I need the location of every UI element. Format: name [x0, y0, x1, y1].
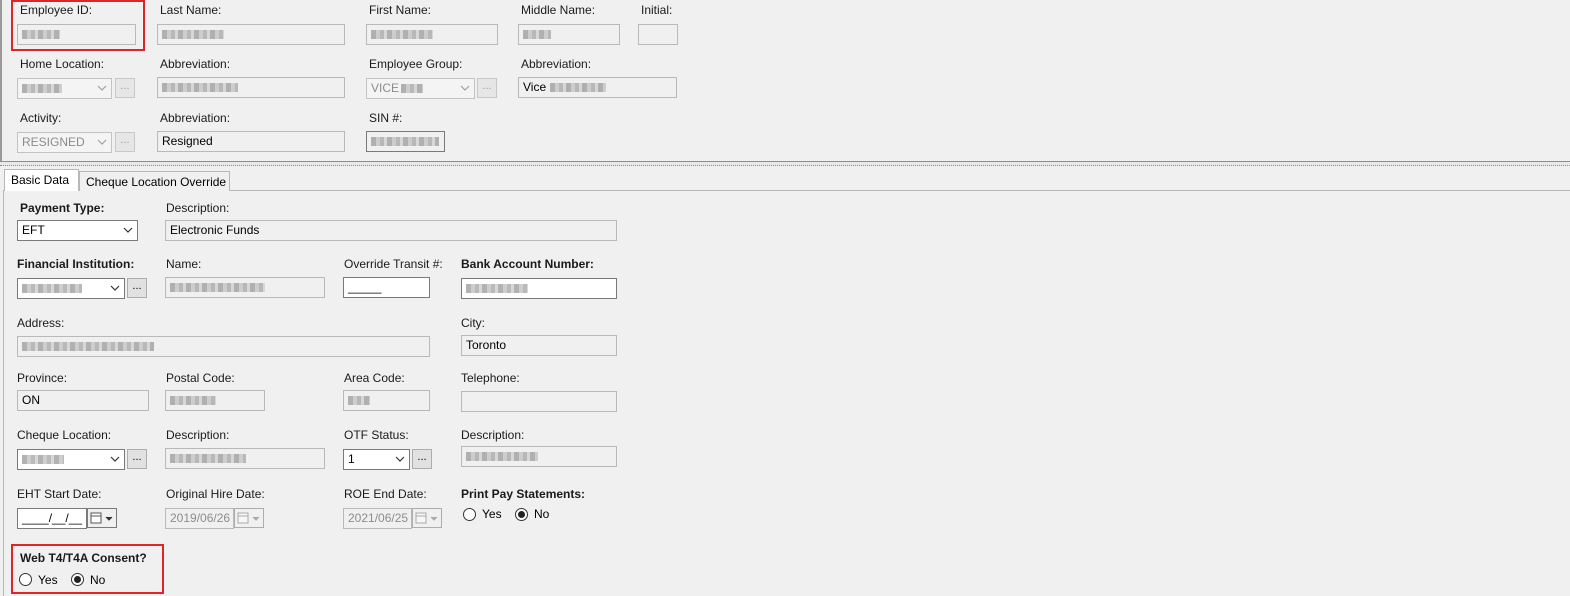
telephone-field[interactable] — [461, 391, 617, 412]
province-label: Province: — [17, 371, 68, 385]
group-abbreviation-field[interactable]: Vice — [518, 77, 677, 98]
address-label: Address: — [17, 316, 65, 330]
print-pay-statements-no-radio[interactable] — [515, 508, 528, 521]
area-code-field[interactable] — [343, 390, 430, 411]
chevron-down-icon — [97, 85, 107, 91]
home-location-select[interactable] — [17, 78, 112, 99]
employee-group-select[interactable]: VICE — [366, 78, 475, 99]
otf-status-label: OTF Status: — [344, 428, 409, 442]
cheque-location-label: Cheque Location: — [17, 428, 112, 442]
chevron-down-icon — [110, 456, 120, 462]
sin-label: SIN #: — [369, 111, 403, 125]
city-field[interactable]: Toronto — [461, 335, 617, 356]
otf-description-label: Description: — [461, 428, 525, 442]
chevron-down-icon — [395, 456, 405, 462]
eht-start-date-picker-button[interactable] — [87, 508, 117, 528]
activity-select[interactable]: RESIGNED — [17, 132, 112, 153]
cheque-location-browse-button[interactable]: ... — [127, 449, 147, 469]
print-pay-statements-yes-radio[interactable] — [463, 508, 476, 521]
initial-field[interactable] — [638, 24, 678, 45]
first-name-label: First Name: — [369, 3, 432, 17]
calendar-icon — [237, 512, 260, 524]
otf-status-select[interactable]: 1 — [343, 449, 410, 470]
tab-basic-data[interactable]: Basic Data — [4, 169, 79, 191]
employee-group-label: Employee Group: — [369, 57, 463, 71]
activity-value: RESIGNED — [22, 135, 85, 149]
home-abbreviation-label: Abbreviation: — [160, 57, 231, 71]
original-hire-date-picker-button[interactable] — [234, 508, 264, 528]
tab-panel-left-border — [3, 190, 4, 596]
tab-panel-border — [3, 190, 1570, 191]
province-field[interactable]: ON — [17, 390, 149, 411]
sin-field[interactable] — [366, 131, 445, 152]
payment-type-value: EFT — [22, 223, 45, 237]
area-code-label: Area Code: — [344, 371, 405, 385]
group-abbreviation-value: Vice — [523, 80, 547, 94]
initial-label: Initial: — [641, 3, 673, 17]
print-pay-statements-label: Print Pay Statements: — [461, 487, 586, 501]
financial-institution-browse-button[interactable]: ... — [127, 278, 147, 298]
roe-end-date-field[interactable]: 2021/06/25 — [343, 508, 412, 529]
group-abbreviation-label: Abbreviation: — [521, 57, 592, 71]
cheque-location-select[interactable] — [17, 449, 125, 470]
postal-code-field[interactable] — [165, 390, 265, 411]
fi-name-field[interactable] — [165, 277, 325, 298]
chevron-down-icon — [97, 139, 107, 145]
original-hire-date-field[interactable]: 2019/06/26 — [165, 508, 234, 529]
calendar-icon — [90, 512, 113, 524]
chevron-down-icon — [123, 227, 133, 233]
original-hire-date-label: Original Hire Date: — [166, 487, 265, 501]
activity-abbreviation-field[interactable]: Resigned — [157, 131, 345, 152]
print-pay-statements-no-label[interactable]: No — [534, 507, 549, 521]
payment-description-field[interactable]: Electronic Funds — [165, 220, 617, 241]
chevron-down-icon — [110, 285, 120, 291]
chevron-down-icon — [460, 85, 470, 91]
middle-name-label: Middle Name: — [521, 3, 596, 17]
employee-group-browse-button[interactable]: ... — [477, 78, 497, 98]
telephone-label: Telephone: — [461, 371, 520, 385]
otf-status-value: 1 — [348, 452, 355, 466]
left-border — [0, 0, 2, 162]
financial-institution-label: Financial Institution: — [17, 257, 135, 271]
payment-type-select[interactable]: EFT — [17, 220, 138, 241]
roe-end-date-picker-button[interactable] — [412, 508, 442, 528]
eht-start-date-label: EHT Start Date: — [17, 487, 102, 501]
home-location-browse-button[interactable]: ... — [115, 78, 135, 98]
bank-account-label: Bank Account Number: — [461, 257, 594, 271]
cheque-description-label: Description: — [166, 428, 230, 442]
activity-label: Activity: — [20, 111, 62, 125]
employee-id-highlight — [11, 0, 145, 51]
financial-institution-select[interactable] — [17, 278, 125, 299]
roe-end-date-label: ROE End Date: — [344, 487, 427, 501]
employee-group-value: VICE — [371, 81, 400, 95]
last-name-field[interactable] — [157, 24, 345, 45]
activity-browse-button[interactable]: ... — [115, 132, 135, 152]
city-label: City: — [461, 316, 485, 330]
first-name-field[interactable] — [366, 24, 498, 45]
bank-account-field[interactable] — [461, 278, 617, 299]
web-t4-consent-highlight — [11, 544, 164, 594]
splitter[interactable] — [0, 161, 1570, 166]
payment-description-label: Description: — [166, 201, 230, 215]
override-transit-label: Override Transit #: — [344, 257, 443, 271]
print-pay-statements-yes-label[interactable]: Yes — [482, 507, 502, 521]
middle-name-field[interactable] — [518, 24, 620, 45]
otf-description-field[interactable] — [461, 446, 617, 467]
override-transit-field[interactable]: _____ — [343, 277, 430, 298]
cheque-description-field[interactable] — [165, 448, 325, 469]
last-name-label: Last Name: — [160, 3, 222, 17]
home-abbreviation-field[interactable] — [157, 77, 345, 98]
activity-abbreviation-label: Abbreviation: — [160, 111, 231, 125]
fi-name-label: Name: — [166, 257, 202, 271]
calendar-icon — [415, 512, 438, 524]
address-field[interactable] — [17, 336, 430, 357]
postal-code-label: Postal Code: — [166, 371, 235, 385]
otf-status-browse-button[interactable]: ... — [412, 449, 432, 469]
payment-type-label: Payment Type: — [20, 201, 105, 215]
home-location-label: Home Location: — [20, 57, 105, 71]
eht-start-date-field[interactable]: ____/__/__ — [17, 508, 87, 529]
tab-cheque-location-override[interactable]: Cheque Location Override — [79, 171, 230, 191]
